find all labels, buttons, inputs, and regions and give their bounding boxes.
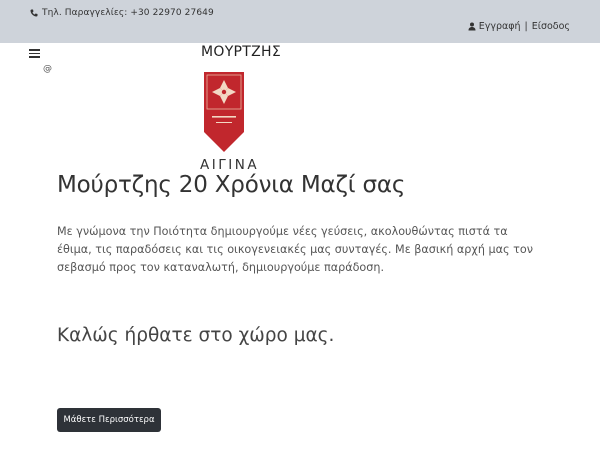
phone-icon	[30, 9, 38, 17]
brand-name[interactable]: ΜΟΥΡΤΖΗΣ	[201, 44, 281, 60]
phone-text: Τηλ. Παραγγελίες: +30 22970 27649	[42, 8, 214, 18]
phone-info: Τηλ. Παραγγελίες: +30 22970 27649	[30, 8, 214, 18]
hamburger-menu-icon[interactable]	[29, 49, 40, 59]
logo-caption: ΑΙΓΙΝΑ	[200, 157, 260, 173]
login-link[interactable]: Είσοδος	[532, 21, 570, 32]
intro-paragraph: Με γνώμονα την Ποιότητα δημιουργούμε νέε…	[57, 225, 533, 274]
auth-separator: |	[524, 21, 528, 32]
welcome-heading: Καλώς ήρθατε στο χώρο μας.	[57, 325, 335, 346]
top-bar: Τηλ. Παραγγελίες: +30 22970 27649 Εγγραφ…	[0, 0, 600, 43]
learn-more-button[interactable]: Μάθετε Περισσότερα	[57, 408, 161, 432]
user-icon	[468, 22, 476, 31]
page-title: Μούρτζης 20 Χρόνια Μαζί σας	[57, 172, 406, 198]
brand-logo[interactable]	[204, 72, 244, 152]
auth-links: Εγγραφή | Είσοδος	[468, 21, 570, 32]
register-link[interactable]: Εγγραφή	[479, 21, 521, 32]
small-at-icon: @	[43, 64, 52, 74]
